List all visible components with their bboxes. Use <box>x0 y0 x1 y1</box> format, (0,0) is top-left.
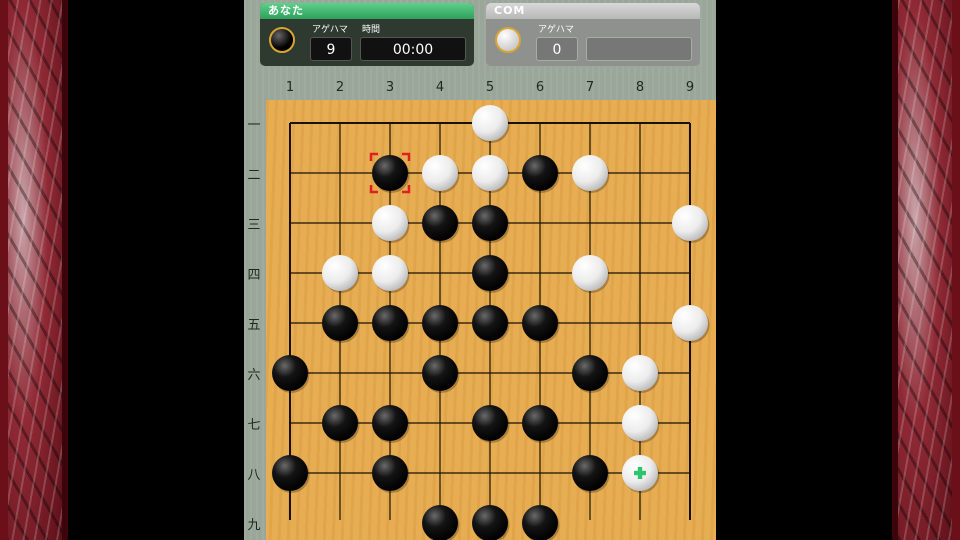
row-label: 七 <box>247 418 261 433</box>
board-grid[interactable] <box>266 100 716 540</box>
cursor-plus-icon <box>637 467 643 479</box>
column-label: 9 <box>685 80 695 95</box>
white-stone[interactable] <box>622 355 658 391</box>
black-stone[interactable] <box>472 405 508 441</box>
player-captures-label: アゲハマ <box>312 25 348 35</box>
player-time-label: 時間 <box>362 25 381 35</box>
last-move-marker <box>369 152 378 161</box>
black-stone[interactable] <box>422 505 458 540</box>
last-move-marker <box>369 185 378 194</box>
opponent-name: COM <box>486 3 700 19</box>
black-stone[interactable] <box>422 305 458 341</box>
black-stone[interactable] <box>272 455 308 491</box>
player-name: あなた <box>260 3 474 19</box>
row-label: 六 <box>247 368 261 383</box>
black-stone[interactable] <box>522 405 558 441</box>
black-stone-icon <box>269 27 295 53</box>
row-label: 一 <box>247 118 261 133</box>
column-label: 2 <box>335 80 345 95</box>
last-move-marker <box>402 152 411 161</box>
column-label: 5 <box>485 80 495 95</box>
black-stone[interactable] <box>272 355 308 391</box>
left-decorative-panel <box>0 0 68 540</box>
row-label: 五 <box>247 318 261 333</box>
white-stone[interactable] <box>372 255 408 291</box>
black-stone[interactable] <box>322 305 358 341</box>
white-stone[interactable] <box>472 155 508 191</box>
column-label: 6 <box>535 80 545 95</box>
black-stone[interactable] <box>522 155 558 191</box>
black-stone[interactable] <box>472 255 508 291</box>
black-stone[interactable] <box>522 305 558 341</box>
white-stone[interactable] <box>672 205 708 241</box>
black-stone[interactable] <box>372 455 408 491</box>
black-stone[interactable] <box>472 505 508 540</box>
column-label: 7 <box>585 80 595 95</box>
white-stone[interactable] <box>572 255 608 291</box>
opponent-time-value <box>586 37 692 61</box>
white-stone[interactable] <box>322 255 358 291</box>
white-stone[interactable] <box>672 305 708 341</box>
white-stone[interactable] <box>472 105 508 141</box>
opponent-info-card: COM アゲハマ 0 <box>486 3 700 66</box>
black-stone[interactable] <box>572 355 608 391</box>
row-label: 八 <box>247 468 261 483</box>
player-captures-value: 9 <box>310 37 352 61</box>
black-stone[interactable] <box>372 405 408 441</box>
black-stone[interactable] <box>372 305 408 341</box>
black-stone[interactable] <box>572 455 608 491</box>
column-label: 1 <box>285 80 295 95</box>
right-decorative-panel <box>892 0 960 540</box>
row-label: 四 <box>247 268 261 283</box>
opponent-captures-label: アゲハマ <box>538 25 574 35</box>
column-label: 4 <box>435 80 445 95</box>
white-stone[interactable] <box>422 155 458 191</box>
player-info-card: あなた アゲハマ 時間 9 00:00 <box>260 3 474 66</box>
black-stone[interactable] <box>472 305 508 341</box>
black-stone[interactable] <box>522 505 558 540</box>
row-label: 三 <box>247 218 261 233</box>
column-label: 8 <box>635 80 645 95</box>
row-label: 九 <box>247 518 261 533</box>
black-stone[interactable] <box>422 355 458 391</box>
black-stone[interactable] <box>322 405 358 441</box>
black-stone[interactable] <box>372 155 408 191</box>
column-label: 3 <box>385 80 395 95</box>
go-board[interactable] <box>266 100 716 540</box>
white-stone[interactable] <box>622 405 658 441</box>
row-label: 二 <box>247 168 261 183</box>
white-stone[interactable] <box>572 155 608 191</box>
white-stone[interactable] <box>372 205 408 241</box>
black-stone[interactable] <box>422 205 458 241</box>
black-stone[interactable] <box>472 205 508 241</box>
player-time-value: 00:00 <box>360 37 466 61</box>
opponent-captures-value: 0 <box>536 37 578 61</box>
white-stone-icon <box>495 27 521 53</box>
